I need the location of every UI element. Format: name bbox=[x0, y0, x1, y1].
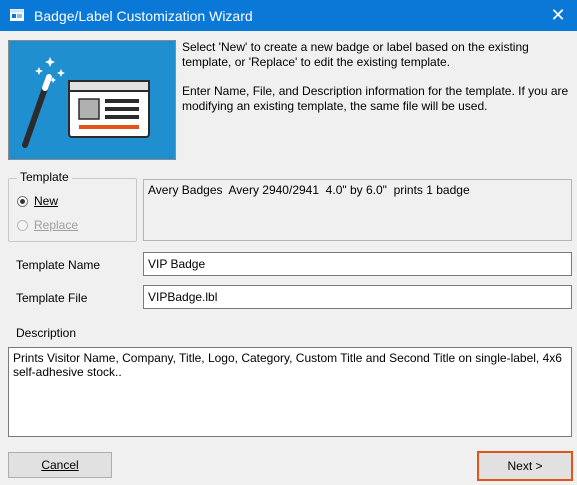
next-button[interactable]: Next > bbox=[477, 451, 573, 481]
radio-new-indicator[interactable] bbox=[17, 195, 28, 207]
intro-text: Select 'New' to create a new badge or la… bbox=[182, 40, 570, 128]
description-label: Description bbox=[16, 326, 77, 340]
radio-replace-indicator bbox=[17, 219, 28, 231]
cancel-button-label[interactable]: Cancel bbox=[41, 458, 78, 472]
radio-replace-label: Replace bbox=[34, 218, 79, 232]
radio-new[interactable]: New bbox=[17, 193, 58, 209]
radio-replace: Replace bbox=[17, 217, 78, 233]
close-button[interactable]: ✕ bbox=[547, 4, 569, 26]
wizard-illustration bbox=[8, 40, 176, 160]
intro-paragraph-1: Select 'New' to create a new badge or la… bbox=[182, 40, 529, 69]
template-name-input[interactable] bbox=[143, 252, 572, 276]
template-info-box: Avery Badges Avery 2940/2941 4.0" by 6.0… bbox=[143, 179, 572, 241]
template-group: Template New Replace bbox=[8, 170, 137, 242]
window-title: Badge/Label Customization Wizard bbox=[34, 8, 253, 24]
template-file-input[interactable] bbox=[143, 285, 572, 309]
app-window-icon bbox=[10, 9, 24, 21]
template-file-label: Template File bbox=[16, 291, 88, 305]
cancel-button[interactable]: Cancel bbox=[8, 452, 112, 478]
template-name-label: Template Name bbox=[16, 258, 101, 272]
template-group-legend: Template bbox=[17, 170, 72, 184]
title-bar: Badge/Label Customization Wizard ✕ bbox=[0, 0, 577, 31]
next-button-label[interactable]: Next > bbox=[507, 459, 542, 473]
intro-paragraph-2: Enter Name, File, and Description inform… bbox=[182, 84, 569, 113]
radio-new-label[interactable]: New bbox=[34, 194, 58, 208]
description-textarea[interactable]: Prints Visitor Name, Company, Title, Log… bbox=[8, 347, 572, 437]
